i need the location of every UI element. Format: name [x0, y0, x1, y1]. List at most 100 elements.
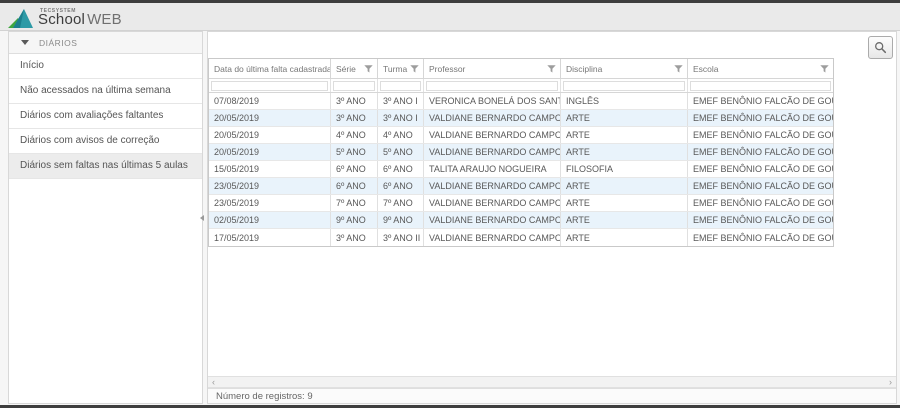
- column-header-disciplina[interactable]: Disciplina: [561, 59, 688, 78]
- cell-escola: EMEF BENÔNIO FALCÃO DE GOUVÊA: [688, 161, 833, 177]
- sidebar-item-avisos-correcao[interactable]: Diários com avisos de correção: [9, 129, 202, 154]
- sidebar-item-sem-faltas[interactable]: Diários sem faltas nas últimas 5 aulas: [9, 154, 202, 179]
- table-row[interactable]: 02/05/2019 9º ANO 9º ANO VALDIANE BERNAR…: [209, 212, 833, 229]
- cell-serie: 4º ANO: [331, 127, 378, 143]
- table-row[interactable]: 20/05/2019 3º ANO 3º ANO I VALDIANE BERN…: [209, 110, 833, 127]
- table-row[interactable]: 17/05/2019 3º ANO 3º ANO II VALDIANE BER…: [209, 229, 833, 246]
- cell-disciplina: FILOSOFIA: [561, 161, 688, 177]
- cell-turma: 5º ANO: [378, 144, 424, 160]
- grid-filter-row: [209, 79, 833, 93]
- cell-turma: 6º ANO: [378, 178, 424, 194]
- cell-escola: EMEF BENÔNIO FALCÃO DE GOUVÊA: [688, 178, 833, 194]
- grid-body: 07/08/2019 3º ANO 3º ANO I VERONICA BONE…: [209, 93, 833, 246]
- sidebar-group-label: DIÁRIOS: [39, 38, 77, 48]
- column-label: Data do última falta cadastrada: [214, 64, 331, 74]
- cell-date: 20/05/2019: [209, 144, 331, 160]
- diarios-data-grid: Data do última falta cadastrada Série Tu…: [208, 58, 834, 247]
- cell-professor: VALDIANE BERNARDO CAMPOS: [424, 195, 561, 211]
- cell-disciplina: ARTE: [561, 144, 688, 160]
- cell-professor: VALDIANE BERNARDO CAMPOS: [424, 110, 561, 126]
- sidebar-item-nao-acessados[interactable]: Não acessados na última semana: [9, 79, 202, 104]
- cell-disciplina: ARTE: [561, 229, 688, 246]
- table-row[interactable]: 20/05/2019 4º ANO 4º ANO VALDIANE BERNAR…: [209, 127, 833, 144]
- app-header-bar: TECSYSTEM SchoolWEB: [0, 3, 900, 31]
- filter-funnel-icon[interactable]: [674, 65, 683, 73]
- grid-header-row: Data do última falta cadastrada Série Tu…: [209, 59, 833, 79]
- sidebar-collapse-handle[interactable]: [200, 215, 204, 221]
- cell-serie: 7º ANO: [331, 195, 378, 211]
- cell-disciplina: ARTE: [561, 212, 688, 228]
- cell-escola: EMEF BENÔNIO FALCÃO DE GOUVÊA: [688, 212, 833, 228]
- cell-escola: EMEF BENÔNIO FALCÃO DE GOUVÊA: [688, 144, 833, 160]
- cell-turma: 7º ANO: [378, 195, 424, 211]
- column-header-escola[interactable]: Escola: [688, 59, 833, 78]
- cell-serie: 3º ANO: [331, 93, 378, 109]
- filter-funnel-icon[interactable]: [410, 65, 419, 73]
- cell-escola: EMEF BENÔNIO FALCÃO DE GOUVÊA: [688, 127, 833, 143]
- cell-turma: 6º ANO: [378, 161, 424, 177]
- cell-date: 02/05/2019: [209, 212, 331, 228]
- cell-disciplina: ARTE: [561, 127, 688, 143]
- cell-turma: 4º ANO: [378, 127, 424, 143]
- app-logo-text: TECSYSTEM SchoolWEB: [38, 11, 122, 30]
- sidebar-panel: DIÁRIOS Início Não acessados na última s…: [8, 31, 203, 404]
- cell-professor: TALITA ARAUJO NOGUEIRA: [424, 161, 561, 177]
- cell-professor: VALDIANE BERNARDO CAMPOS: [424, 127, 561, 143]
- table-row[interactable]: 23/05/2019 7º ANO 7º ANO VALDIANE BERNAR…: [209, 195, 833, 212]
- table-row[interactable]: 15/05/2019 6º ANO 6º ANO TALITA ARAUJO N…: [209, 161, 833, 178]
- sidebar-item-avaliacoes-faltantes[interactable]: Diários com avaliações faltantes: [9, 104, 202, 129]
- cell-disciplina: ARTE: [561, 178, 688, 194]
- cell-serie: 5º ANO: [331, 144, 378, 160]
- collapse-caret-icon: [21, 40, 29, 45]
- record-count-label: Número de registros: 9: [216, 391, 313, 402]
- cell-turma: 3º ANO I: [378, 110, 424, 126]
- filter-input-disciplina[interactable]: [563, 81, 685, 91]
- app-logo: TECSYSTEM SchoolWEB: [8, 5, 122, 30]
- cell-serie: 3º ANO: [331, 229, 378, 246]
- filter-cell: [331, 79, 378, 92]
- horizontal-scrollbar[interactable]: ‹ ›: [208, 376, 896, 388]
- filter-funnel-icon[interactable]: [820, 65, 829, 73]
- filter-funnel-icon[interactable]: [364, 65, 373, 73]
- filter-cell: [209, 79, 331, 92]
- search-button[interactable]: [868, 36, 893, 59]
- main-content-panel: Data do última falta cadastrada Série Tu…: [207, 31, 897, 404]
- cell-serie: 6º ANO: [331, 161, 378, 177]
- cell-disciplina: INGLÊS: [561, 93, 688, 109]
- filter-input-escola[interactable]: [690, 81, 831, 91]
- column-header-professor[interactable]: Professor: [424, 59, 561, 78]
- scroll-right-icon[interactable]: ›: [885, 377, 896, 387]
- table-row[interactable]: 20/05/2019 5º ANO 5º ANO VALDIANE BERNAR…: [209, 144, 833, 161]
- filter-input-serie[interactable]: [333, 81, 375, 91]
- cell-professor: VALDIANE BERNARDO CAMPOS: [424, 178, 561, 194]
- cell-professor: VERONICA BONELÁ DOS SANTOS: [424, 93, 561, 109]
- column-label: Disciplina: [566, 64, 602, 74]
- cell-date: 23/05/2019: [209, 178, 331, 194]
- brand-company-label: TECSYSTEM: [40, 8, 76, 14]
- sidebar-item-inicio[interactable]: Início: [9, 54, 202, 79]
- filter-input-turma[interactable]: [380, 81, 421, 91]
- cell-serie: 9º ANO: [331, 212, 378, 228]
- filter-cell: [688, 79, 833, 92]
- column-header-serie[interactable]: Série: [331, 59, 378, 78]
- scroll-left-icon[interactable]: ‹: [208, 377, 219, 387]
- cell-date: 20/05/2019: [209, 110, 331, 126]
- filter-input-data-falta[interactable]: [211, 81, 328, 91]
- filter-cell: [424, 79, 561, 92]
- cell-turma: 3º ANO II: [378, 229, 424, 246]
- cell-escola: EMEF BENÔNIO FALCÃO DE GOUVÊA: [688, 229, 833, 246]
- brand-suffix-label: WEB: [87, 11, 122, 28]
- cell-escola: EMEF BENÔNIO FALCÃO DE GOUVÊA: [688, 93, 833, 109]
- sidebar-group-diarios[interactable]: DIÁRIOS: [9, 32, 202, 54]
- filter-input-professor[interactable]: [426, 81, 558, 91]
- cell-professor: VALDIANE BERNARDO CAMPOS: [424, 229, 561, 246]
- filter-funnel-icon[interactable]: [547, 65, 556, 73]
- column-header-data-falta[interactable]: Data do última falta cadastrada: [209, 59, 331, 78]
- column-label: Professor: [429, 64, 465, 74]
- cell-turma: 9º ANO: [378, 212, 424, 228]
- cell-serie: 3º ANO: [331, 110, 378, 126]
- column-header-turma[interactable]: Turma: [378, 59, 424, 78]
- table-row[interactable]: 23/05/2019 6º ANO 6º ANO VALDIANE BERNAR…: [209, 178, 833, 195]
- cell-date: 17/05/2019: [209, 229, 331, 246]
- table-row[interactable]: 07/08/2019 3º ANO 3º ANO I VERONICA BONE…: [209, 93, 833, 110]
